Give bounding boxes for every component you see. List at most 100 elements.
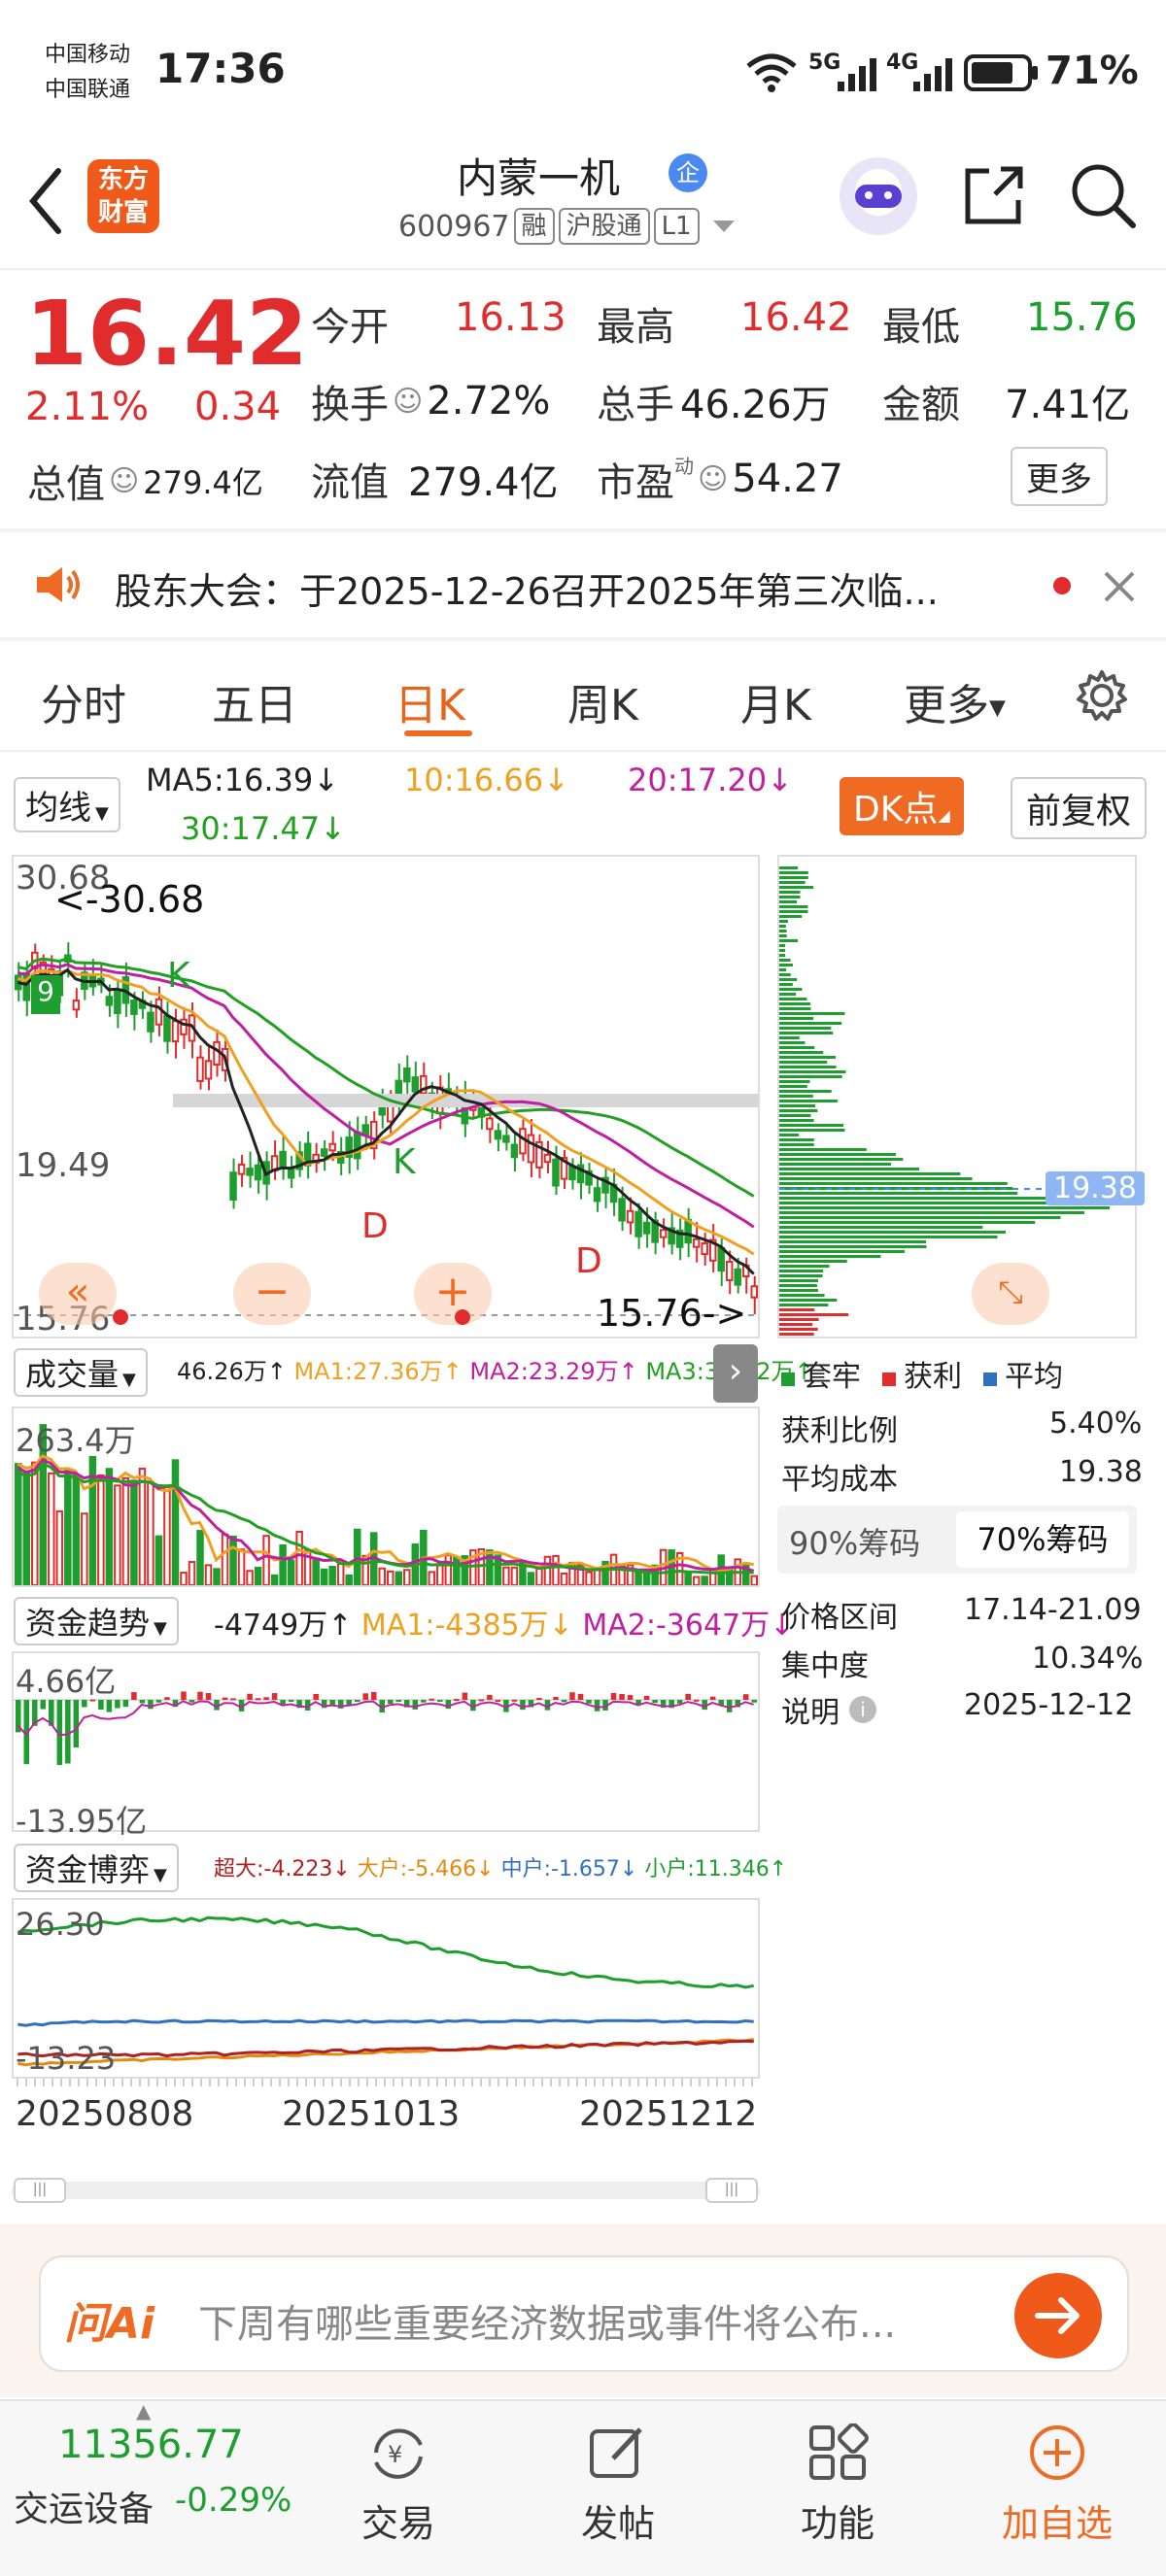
tab-70-chips[interactable]: 70%筹码 <box>956 1511 1129 1568</box>
tab-more[interactable]: 更多▼ <box>904 670 1006 732</box>
back-icon[interactable] <box>25 167 64 235</box>
info-icon[interactable]: i <box>849 1696 876 1723</box>
fund-trend-bar <box>536 1698 542 1701</box>
nav-trade[interactable]: ¥ 交易 <box>330 2423 466 2547</box>
chip-bar <box>779 1036 800 1039</box>
dk-point-button[interactable]: DK点◢ <box>840 777 964 835</box>
tab-90-chips[interactable]: 90%筹码 <box>789 1519 920 1564</box>
total-value-row: 总值 ☺ 279.4亿 <box>27 453 263 509</box>
open-label: 今开 <box>311 305 389 350</box>
fund-game-chart[interactable] <box>14 1900 758 2077</box>
volume-bar <box>246 1570 254 1585</box>
notice-bar[interactable]: 股东大会：于2025-12-26召开2025年第三次临... <box>0 534 1166 635</box>
fund-trend-bar <box>586 1700 592 1704</box>
chevron-down-icon[interactable] <box>709 217 738 236</box>
index-value[interactable]: 11356.77 <box>58 2423 244 2467</box>
range-handle-right[interactable]: ||| <box>705 2178 758 2203</box>
range-handle-left[interactable]: ||| <box>14 2178 66 2203</box>
event-dot[interactable] <box>455 1309 470 1325</box>
expand-icon[interactable]: ⤡ <box>972 1263 1049 1325</box>
nav-functions[interactable]: 功能 <box>770 2423 906 2547</box>
fund-trend-bar <box>553 1696 559 1700</box>
volume-bar <box>262 1535 270 1585</box>
fund-trend-bar <box>429 1698 435 1701</box>
adjust-button[interactable]: 前复权 <box>1011 777 1148 839</box>
fund-game-dropdown[interactable]: 资金博弈 ▼ <box>14 1844 179 1892</box>
chip-bar <box>779 1299 838 1302</box>
chip-bar <box>779 891 801 894</box>
nav-post[interactable]: 发帖 <box>550 2423 686 2547</box>
candle-body <box>130 1000 138 1015</box>
nav-add-watchlist[interactable]: 加自选 <box>989 2423 1125 2547</box>
chip-distribution-chart[interactable] <box>779 857 1135 1337</box>
fund-trend-bar <box>478 1699 485 1702</box>
assistant-avatar[interactable] <box>840 157 917 235</box>
fund-trend-dropdown[interactable]: 资金趋势 ▼ <box>14 1597 179 1645</box>
more-button[interactable]: 更多 <box>1011 447 1108 506</box>
close-icon[interactable] <box>1102 569 1137 604</box>
fund-trend-bar <box>65 1700 71 1764</box>
brand-logo[interactable]: 东方 财富 <box>87 159 159 233</box>
tab-five-day[interactable]: 五日 <box>212 670 297 732</box>
tab-daily-k[interactable]: 日K <box>394 670 465 732</box>
tab-weekly-k[interactable]: 周K <box>567 670 638 732</box>
candle-body <box>246 1168 254 1176</box>
chip-bar <box>779 1226 983 1229</box>
battery-icon <box>964 54 1038 91</box>
fund-trend-bar <box>577 1693 584 1700</box>
volume-bar <box>180 1572 188 1585</box>
ai-input-box[interactable]: 问Ai 下周有哪些重要经济数据或事件将公布... <box>39 2255 1129 2372</box>
chip-bar <box>779 1012 845 1015</box>
index-change: -0.29% <box>175 2481 292 2520</box>
range-scrollbar[interactable] <box>12 2182 760 2199</box>
candle-body <box>196 1056 204 1082</box>
zoom-out-button[interactable]: − <box>233 1263 311 1325</box>
info-icon[interactable]: ☺ <box>109 464 139 498</box>
info-icon[interactable]: ☺ <box>698 462 728 496</box>
candle-body <box>254 1164 262 1181</box>
event-dot[interactable] <box>113 1309 128 1325</box>
chip-bar <box>779 1080 810 1083</box>
tag-margin: 融 <box>513 208 555 245</box>
pe-value: 54.27 <box>732 457 843 501</box>
tab-intraday[interactable]: 分时 <box>41 670 126 732</box>
volume-label: 总手 <box>597 383 674 427</box>
fund-trend-dropdown-label: 资金趋势 <box>25 1605 151 1642</box>
candle-body <box>204 1060 213 1080</box>
search-icon[interactable] <box>1067 159 1139 231</box>
chevron-down-icon: ▼ <box>154 1865 167 1885</box>
volume-bar <box>121 1476 130 1585</box>
pe-label: 市盈 <box>597 460 674 505</box>
volume-bar <box>213 1568 221 1585</box>
settings-gear-icon[interactable] <box>1075 668 1129 723</box>
chip-bar <box>779 896 801 898</box>
zoom-in-button[interactable]: + <box>414 1263 492 1325</box>
volume-bar <box>196 1530 204 1585</box>
price-range-value: 17.14-21.09 <box>964 1593 1142 1627</box>
legend-avg: 平均 <box>983 1352 1063 1395</box>
tab-monthly-k[interactable]: 月K <box>740 670 811 732</box>
add-circle-icon <box>1030 2425 1084 2480</box>
chip-bar <box>779 1211 1084 1214</box>
volume-bar <box>114 1484 121 1585</box>
volume-bar <box>163 1486 171 1585</box>
chip-bar <box>779 1051 824 1054</box>
high-label: 最高 <box>597 305 674 350</box>
ai-send-button[interactable] <box>1014 2273 1102 2358</box>
candle-body <box>287 1167 295 1179</box>
kline-chart[interactable] <box>14 857 758 1337</box>
legend-trapped-label: 套牢 <box>803 1360 861 1394</box>
scroll-left-button[interactable]: « <box>39 1263 117 1325</box>
ma10-legend: 10:16.66↓ <box>404 762 569 798</box>
fund-trend-value: -4749万 <box>214 1609 328 1643</box>
fund-trend-legend: -4749万↑ MA1:-4385万↓ MA2:-3647万↓ <box>214 1609 795 1643</box>
expand-indicators-button[interactable]: › <box>713 1344 758 1403</box>
info-icon[interactable]: ☺ <box>393 385 423 419</box>
fund-trend-bar <box>709 1696 716 1700</box>
trade-icon: ¥ <box>374 2428 423 2479</box>
share-icon[interactable] <box>960 161 1028 229</box>
chip-bar <box>779 1002 811 1005</box>
indicator-dropdown[interactable]: 均线 ▼ <box>14 777 120 832</box>
volume-dropdown[interactable]: 成交量 ▼ <box>14 1348 148 1397</box>
index-name[interactable]: 交运设备 <box>14 2481 154 2531</box>
